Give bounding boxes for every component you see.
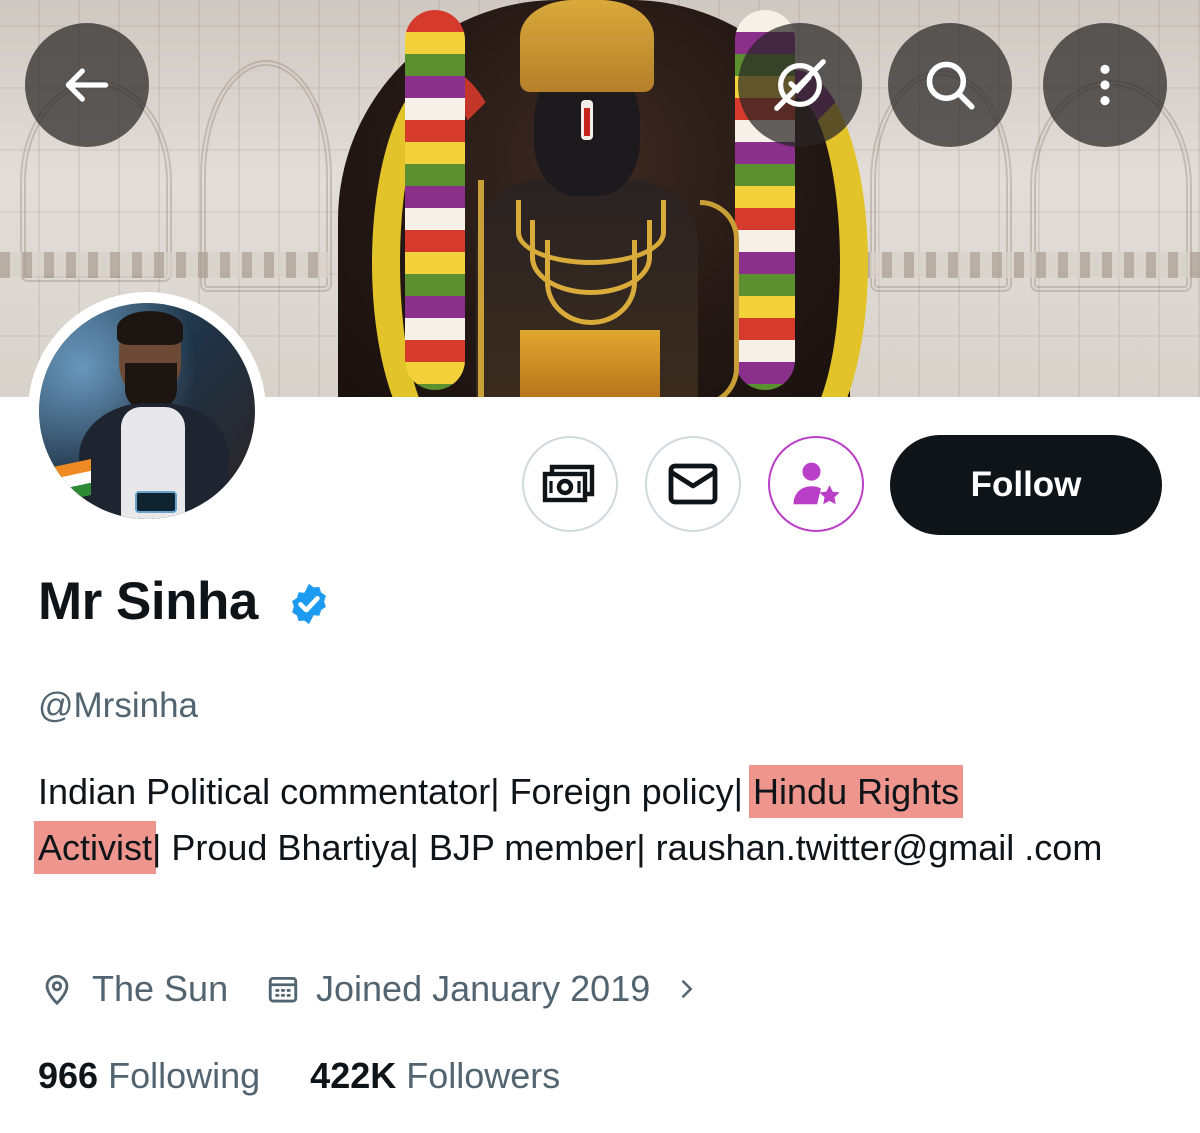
no-notifications-icon: [774, 59, 826, 111]
profile-joined[interactable]: Joined January 2019: [266, 968, 700, 1010]
search-button[interactable]: [888, 23, 1012, 147]
idol-jewelry: [545, 240, 637, 325]
following-count: 966: [38, 1055, 99, 1096]
tip-button[interactable]: [522, 436, 618, 532]
calendar-icon: [268, 976, 298, 1003]
follow-stats: 966 Following 422K Followers: [38, 1055, 560, 1097]
location-pin-icon: [45, 974, 69, 1006]
bio-text: | Proud Bhartiya| BJP member| raushan.tw…: [152, 827, 1103, 868]
chevron-right-icon: [682, 980, 693, 998]
user-handle: @Mrsinha: [38, 686, 199, 725]
subscribe-button[interactable]: [768, 436, 864, 532]
banner-frieze: [860, 252, 1200, 278]
garland: [405, 10, 465, 390]
back-button[interactable]: [25, 23, 149, 147]
profile-bio: Indian Political commentator| Foreign po…: [34, 764, 1158, 876]
following-label: Following: [108, 1055, 261, 1096]
more-vertical-icon: [1100, 64, 1110, 106]
followers-count: 422K: [310, 1055, 397, 1096]
idol-dhoti: [520, 330, 660, 397]
idol-bow: [700, 200, 739, 397]
search-icon: [926, 61, 975, 110]
money-icon: [542, 464, 595, 503]
message-button[interactable]: [645, 436, 741, 532]
more-button[interactable]: [1043, 23, 1167, 147]
idol-tilak-mark: [584, 108, 590, 136]
followers-link[interactable]: 422K Followers: [310, 1055, 560, 1097]
avatar[interactable]: [28, 292, 266, 530]
idol-crown: [520, 0, 654, 92]
arrow-left-icon: [65, 68, 109, 102]
following-link[interactable]: 966 Following: [38, 1055, 260, 1097]
notifications-button[interactable]: [738, 23, 862, 147]
display-name: Mr Sinha: [38, 572, 258, 631]
avatar-image: [39, 303, 255, 519]
joined-text: Joined January 2019: [316, 968, 651, 1009]
bio-highlight: Activist: [34, 821, 157, 874]
envelope-icon: [668, 463, 718, 505]
banner-frieze: [0, 252, 330, 278]
followers-label: Followers: [406, 1055, 561, 1096]
follow-button[interactable]: Follow: [890, 435, 1162, 535]
bio-highlight: Hindu Rights: [749, 765, 964, 818]
bio-text: Indian Political commentator| Foreign po…: [38, 771, 754, 812]
location-text: The Sun: [92, 968, 229, 1009]
verified-badge-icon: [292, 583, 326, 625]
profile-location: The Sun: [40, 968, 228, 1010]
idol-arrow: [478, 180, 484, 397]
person-star-icon: [793, 462, 840, 505]
